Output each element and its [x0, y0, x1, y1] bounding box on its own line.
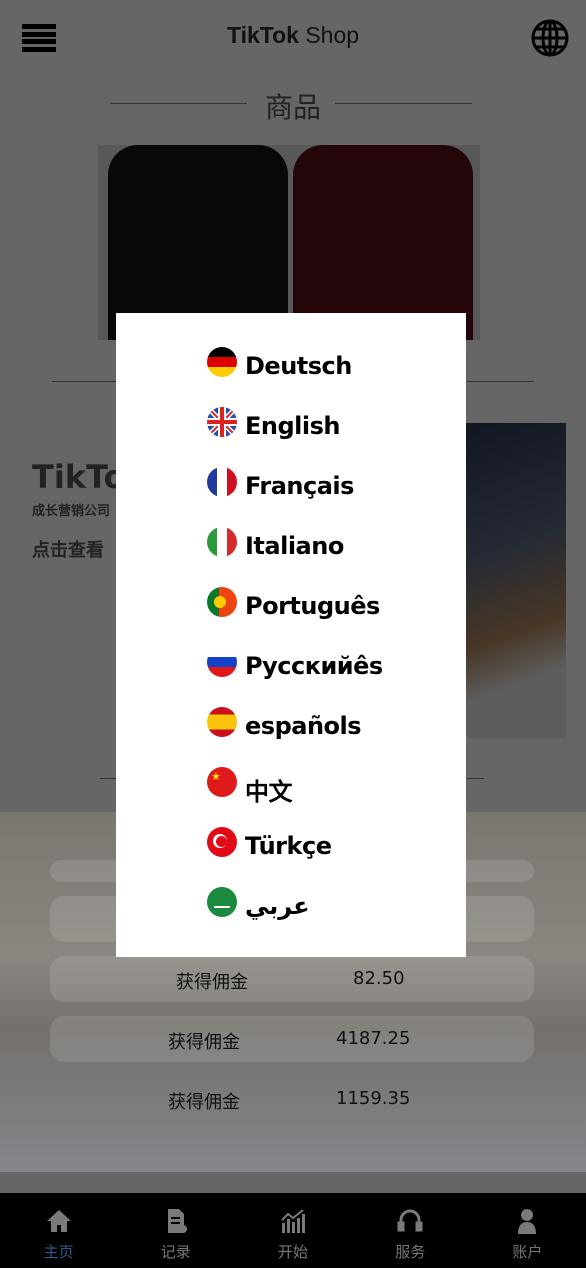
logo-bold: TikTok — [226, 22, 299, 48]
language-label: Italiano — [245, 532, 344, 560]
nav-label: 服务 — [395, 1243, 426, 1261]
language-option-deutsch[interactable]: Deutsch — [207, 347, 352, 380]
header: TikTok Shop — [0, 0, 586, 80]
commission-value: 4187.25 — [336, 1028, 411, 1049]
commission-label: 获得佣金 — [168, 1032, 240, 1053]
uk-flag-icon — [207, 407, 237, 437]
user-icon — [518, 1209, 537, 1234]
language-label: Français — [245, 472, 354, 500]
language-option-chinese[interactable]: ★ 中文 — [207, 767, 293, 807]
language-label: English — [245, 412, 340, 440]
language-option-russian[interactable]: Русскийês — [207, 647, 383, 680]
nav-label: 账户 — [512, 1243, 543, 1261]
germany-flag-icon — [207, 347, 237, 377]
chart-icon — [281, 1209, 305, 1233]
nav-records[interactable]: 记录 — [117, 1193, 234, 1268]
portugal-flag-icon — [207, 587, 237, 617]
italy-flag-icon — [207, 527, 237, 557]
black-shirt — [108, 145, 288, 340]
commission-row: 获得佣金 4187.25 — [50, 1016, 534, 1062]
headset-icon — [397, 1209, 423, 1232]
globe-icon[interactable] — [530, 18, 570, 58]
language-option-espanol[interactable]: españols — [207, 707, 362, 740]
language-option-english[interactable]: English — [207, 407, 340, 440]
commission-label: 获得佣金 — [176, 972, 248, 993]
home-icon — [46, 1210, 71, 1232]
nav-label: 开始 — [278, 1243, 309, 1261]
turkey-flag-icon — [207, 827, 237, 857]
logo: TikTok Shop — [0, 22, 586, 49]
language-label: Deutsch — [245, 352, 352, 380]
commission-value: 1159.35 — [336, 1088, 411, 1109]
nav-label: 记录 — [160, 1243, 191, 1261]
language-option-turkce[interactable]: Türkçe — [207, 827, 332, 860]
bottom-nav: 主页 记录 开始 服务 账户 — [0, 1193, 586, 1268]
commission-value: 82.50 — [353, 968, 405, 989]
red-shirt — [293, 145, 473, 340]
document-icon — [167, 1209, 187, 1233]
product-image[interactable] — [98, 145, 480, 340]
store-image — [466, 423, 566, 738]
nav-service[interactable]: 服务 — [352, 1193, 469, 1268]
nav-home[interactable]: 主页 — [0, 1193, 117, 1268]
saudi-flag-icon — [207, 887, 237, 917]
nav-account[interactable]: 账户 — [469, 1193, 586, 1268]
commission-label: 获得佣金 — [168, 1092, 240, 1113]
commission-row: 获得佣金 1159.35 — [50, 1076, 534, 1122]
france-flag-icon — [207, 467, 237, 497]
promo-link[interactable]: 点击查看 — [32, 536, 104, 562]
language-option-francais[interactable]: Français — [207, 467, 354, 500]
commission-row: 获得佣金 82.50 — [50, 956, 534, 1002]
nav-start[interactable]: 开始 — [234, 1193, 351, 1268]
language-option-italiano[interactable]: Italiano — [207, 527, 344, 560]
section-title: 商品 — [264, 91, 321, 124]
spain-flag-icon — [207, 707, 237, 737]
promo-subtitle: 成长营销公司 — [32, 504, 111, 519]
logo-light: Shop — [305, 22, 360, 48]
china-flag-icon: ★ — [207, 767, 237, 797]
russia-flag-icon — [207, 647, 237, 677]
language-label: Türkçe — [245, 832, 332, 860]
language-option-arabic[interactable]: عربي — [207, 887, 310, 920]
language-label: عربي — [245, 892, 310, 920]
language-label: 中文 — [245, 778, 293, 806]
language-label: Português — [245, 592, 380, 620]
language-modal: Deutsch English Français Italiano Portug… — [116, 313, 466, 957]
language-option-portugues[interactable]: Português — [207, 587, 380, 620]
nav-label: 主页 — [43, 1243, 74, 1261]
language-label: españols — [245, 712, 362, 740]
language-label: Русскийês — [245, 652, 383, 680]
